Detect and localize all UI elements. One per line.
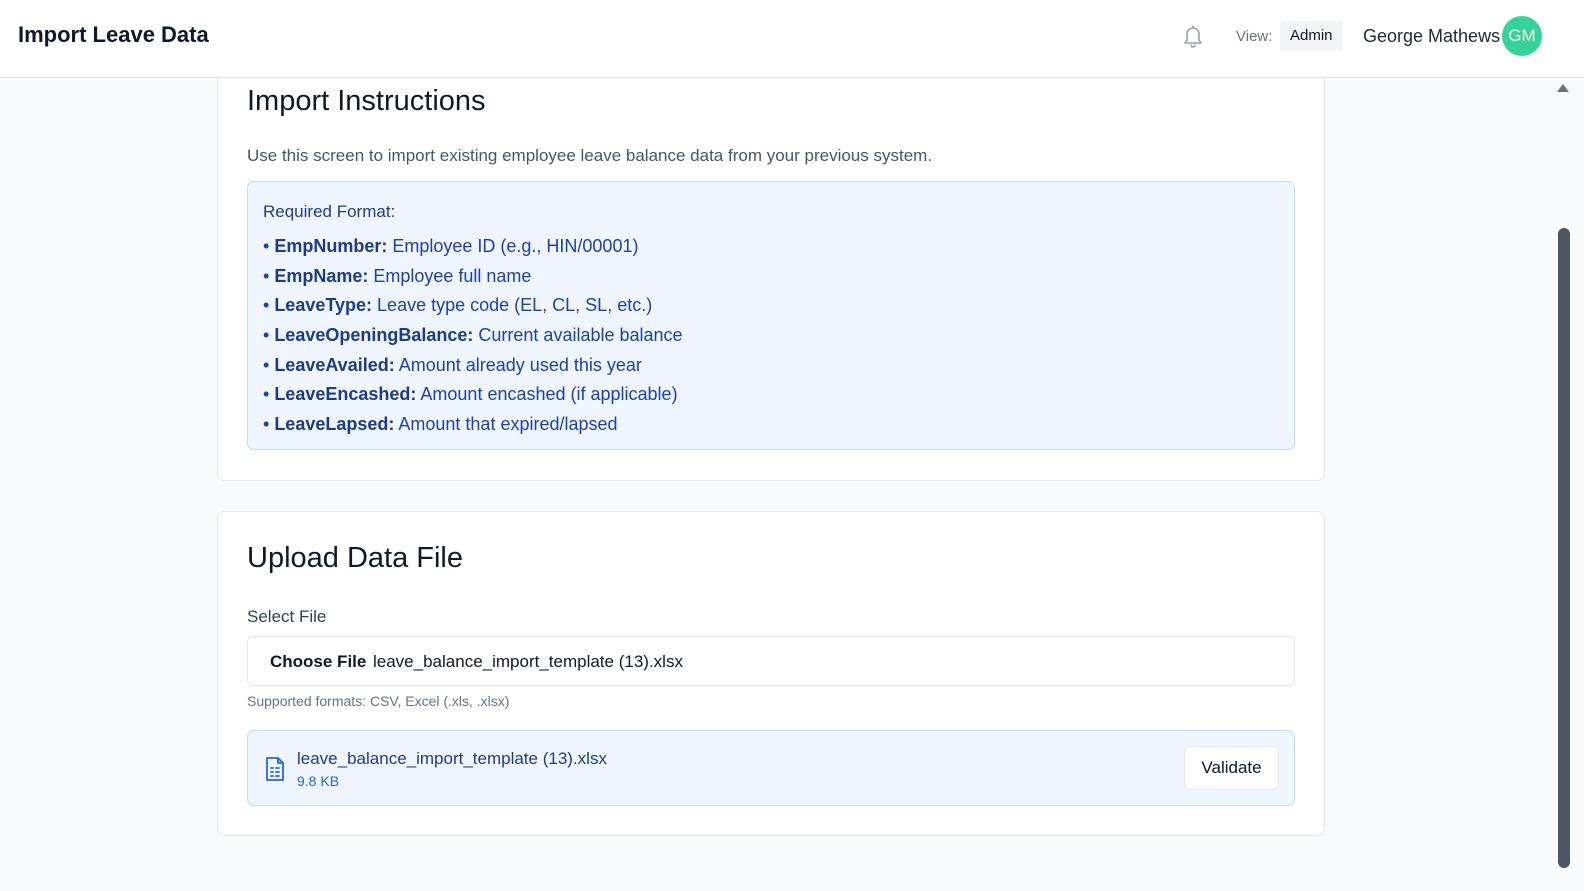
format-field-item: • LeaveAvailed: Amount already used this… <box>263 354 642 375</box>
chosen-file-name: leave_balance_import_template (13).xlsx <box>373 652 683 671</box>
upload-data-file-title: Upload Data File <box>247 542 463 574</box>
view-role-selector[interactable]: Admin <box>1280 21 1343 51</box>
upload-data-file-card: Upload Data File Select File Choose File… <box>217 511 1325 836</box>
field-desc: Leave type code (EL, CL, SL, etc.) <box>377 295 653 316</box>
import-instructions-title: Import Instructions <box>247 85 486 117</box>
field-name: EmpNumber: <box>274 236 388 256</box>
format-field-list: • EmpNumber: Employee ID (e.g., HIN/0000… <box>263 232 683 440</box>
page-title: Import Leave Data <box>18 22 209 47</box>
field-name: LeaveType: <box>274 295 373 316</box>
format-field-item: • LeaveLapsed: Amount that expired/lapse… <box>263 414 618 435</box>
import-instructions-card: Import Instructions Use this screen to i… <box>217 40 1325 481</box>
field-desc: Amount already used this year <box>398 354 642 375</box>
select-file-label: Select File <box>247 607 327 626</box>
format-field-item: • LeaveType: Leave type code (EL, CL, SL… <box>263 295 653 316</box>
bell-icon[interactable] <box>1181 23 1205 49</box>
format-field-item: • LeaveOpeningBalance: Current available… <box>263 325 683 346</box>
required-format-box: Required Format: • EmpNumber: Employee I… <box>247 181 1295 450</box>
format-field-item: • LeaveEncashed: Amount encashed (if app… <box>263 384 678 405</box>
required-format-heading: Required Format: <box>263 202 396 221</box>
supported-formats-hint: Supported formats: CSV, Excel (.xls, .xl… <box>247 693 510 709</box>
scrollbar-thumb[interactable] <box>1558 228 1570 868</box>
file-spreadsheet-icon <box>266 757 284 781</box>
top-header: Import Leave Data View: Admin George Mat… <box>0 0 1584 78</box>
format-field-item: • EmpName: Employee full name <box>263 265 532 286</box>
choose-file-button[interactable]: Choose File <box>270 652 366 672</box>
field-desc: Employee ID (e.g., HIN/00001) <box>392 236 639 256</box>
field-name: LeaveLapsed: <box>274 414 395 435</box>
file-input[interactable]: Choose File leave_balance_import_templat… <box>247 636 1295 686</box>
instructions-intro: Use this screen to import existing emplo… <box>247 146 933 165</box>
field-desc: Current available balance <box>478 325 683 346</box>
format-field-item: • EmpNumber: Employee ID (e.g., HIN/0000… <box>263 236 639 256</box>
scroll-up-arrow-icon[interactable] <box>1557 84 1569 92</box>
field-name: EmpName: <box>274 265 369 286</box>
field-name: LeaveOpeningBalance: <box>274 325 474 346</box>
selected-file-size: 9.8 KB <box>297 773 340 789</box>
validate-button[interactable]: Validate <box>1184 746 1279 790</box>
avatar[interactable]: GM <box>1502 16 1542 56</box>
field-desc: Employee full name <box>373 265 532 286</box>
user-name[interactable]: George Mathews <box>1363 26 1500 47</box>
field-desc: Amount encashed (if applicable) <box>420 384 678 405</box>
view-label: View: <box>1236 28 1273 45</box>
scrollbar[interactable] <box>1553 78 1584 891</box>
field-name: LeaveEncashed: <box>274 384 417 405</box>
field-desc: Amount that expired/lapsed <box>398 414 618 435</box>
selected-file-box: leave_balance_import_template (13).xlsx … <box>247 730 1295 806</box>
selected-file-name: leave_balance_import_template (13).xlsx <box>297 749 607 768</box>
field-name: LeaveAvailed: <box>274 354 395 375</box>
